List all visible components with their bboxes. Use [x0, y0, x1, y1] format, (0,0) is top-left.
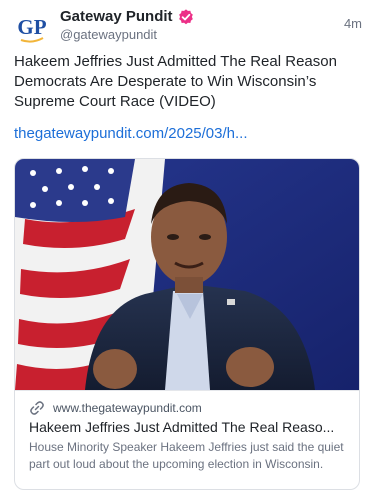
link-card-description: House Minority Speaker Hakeem Jeffries j…: [29, 440, 344, 471]
press-conference-photo: [15, 159, 359, 390]
post-header: GP Gateway Pundit @gatewaypundit 4m: [14, 7, 362, 47]
domain-row: www.thegatewaypundit.com: [29, 400, 349, 416]
link-card-domain: www.thegatewaypundit.com: [53, 401, 202, 415]
post-text: Hakeem Jeffries Just Admitted The Real R…: [14, 53, 337, 110]
name-line: Gateway Pundit: [60, 8, 194, 25]
handle[interactable]: @gatewaypundit: [60, 27, 157, 42]
post[interactable]: GP Gateway Pundit @gatewaypundit 4m Hake…: [0, 0, 376, 500]
link-card-title[interactable]: Hakeem Jeffries Just Admitted The Real R…: [29, 419, 351, 435]
avatar[interactable]: GP: [14, 10, 50, 46]
card-divider: [15, 390, 359, 391]
timestamp[interactable]: 4m: [344, 16, 362, 31]
link-card[interactable]: www.thegatewaypundit.com Hakeem Jeffries…: [14, 158, 360, 490]
post-link[interactable]: thegatewaypundit.com/2025/03/h...: [14, 124, 248, 144]
svg-text:GP: GP: [17, 15, 46, 39]
display-name[interactable]: Gateway Pundit: [60, 8, 173, 25]
link-card-meta: www.thegatewaypundit.com Hakeem Jeffries…: [29, 400, 349, 473]
verified-badge-icon: [178, 8, 194, 25]
gateway-pundit-logo: GP: [14, 10, 50, 46]
link-card-image[interactable]: [15, 159, 359, 390]
link-icon: [29, 400, 45, 416]
